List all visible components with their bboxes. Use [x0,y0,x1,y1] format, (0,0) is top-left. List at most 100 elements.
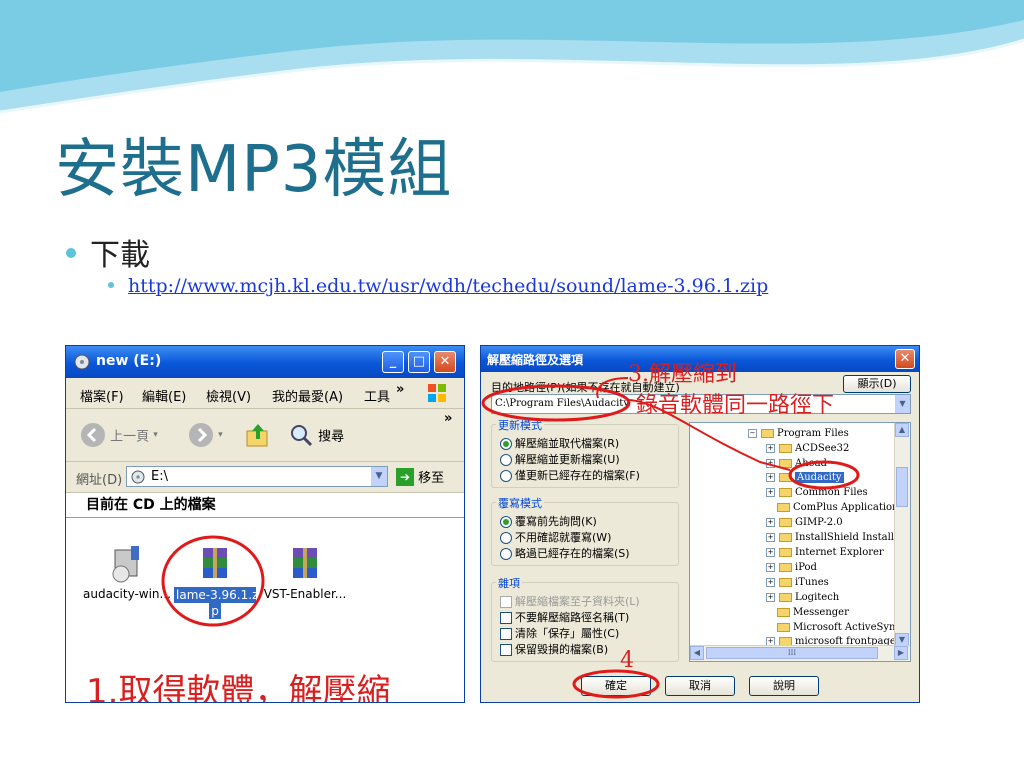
scroll-right-icon[interactable]: ▶ [894,646,908,660]
cancel-button[interactable]: 取消 [665,676,735,696]
file-audacity-installer[interactable]: audacity-win... [82,544,172,601]
tree-item[interactable]: + ACDSee32 [766,443,849,454]
expand-toggle[interactable]: + [766,578,775,587]
folder-icon [779,459,792,468]
cd-drive-small-icon [131,470,145,484]
folder-tree[interactable]: − Program Files + ACDSee32 + Ahead + Audacit… [689,422,911,662]
overwrite-option-ask[interactable]: 覆寫前先詢問(K) [500,513,597,529]
checkbox [500,596,512,608]
forward-button[interactable]: ▾ [188,422,223,448]
tree-item[interactable]: + Logitech [766,592,839,603]
folder-icon [779,533,792,542]
cd-files-heading: 目前在 CD 上的檔案 [66,492,464,518]
back-label: 上一頁 [110,429,150,445]
misc-option-clear-archive[interactable]: 清除「保存」屬性(C) [500,625,619,641]
tree-item[interactable]: + Ahead [766,458,827,469]
menu-more[interactable]: » [396,382,404,397]
folder-icon [779,488,792,497]
scroll-thumb[interactable] [896,467,908,507]
tree-item[interactable]: − Program Files [748,428,849,439]
bullet-download: 下載 [66,230,150,274]
tree-horizontal-scrollbar[interactable]: ◀ III ▶ [690,645,910,661]
tree-item[interactable]: Messenger [777,607,849,618]
tree-label: ACDSee32 [795,443,850,454]
dialog-close-button[interactable]: ✕ [895,349,915,369]
tree-item[interactable]: + Internet Explorer [766,547,884,558]
step1-annotation: 1.取得軟體，解壓縮 [86,672,391,703]
tree-item[interactable]: + iPod [766,562,817,573]
tree-item[interactable]: + GIMP-2.0 [766,517,843,528]
update-option-existing[interactable]: 僅更新已經存在的檔案(F) [500,467,640,483]
misc-option-keep-broken[interactable]: 保留毀損的檔案(B) [500,641,608,657]
tree-label: Common Files [795,487,868,498]
menu-tools[interactable]: 工具 [364,386,390,405]
menu-edit[interactable]: 編輯(E) [142,386,186,405]
expand-toggle[interactable]: + [766,518,775,527]
expand-toggle[interactable]: + [766,473,775,482]
tree-item-selected[interactable]: + Audacity [766,472,844,483]
update-option-update[interactable]: 解壓縮並更新檔案(U) [500,451,620,467]
radio [500,532,512,544]
toolbar-more[interactable]: » [444,411,452,426]
address-dropdown-icon[interactable]: ▼ [371,467,387,486]
tree-vertical-scrollbar[interactable]: ▲ ▼ [894,423,910,647]
expand-toggle[interactable]: + [766,548,775,557]
folder-icon [777,623,790,632]
up-folder-icon[interactable] [244,421,272,449]
tree-label: Logitech [795,592,840,603]
go-button[interactable]: ➔ 移至 [396,467,444,486]
winrar-archive-icon [203,548,227,578]
back-button[interactable]: 上一頁 ▾ [80,422,158,448]
step4-annotation: 4 [620,648,634,673]
expand-toggle[interactable]: + [766,593,775,602]
expand-toggle[interactable]: − [748,429,757,438]
minimize-button[interactable]: _ [382,351,404,373]
scroll-thumb-h[interactable]: III [706,647,878,659]
bullet-download-label: 下載 [90,238,150,273]
expand-toggle[interactable]: + [766,488,775,497]
close-button[interactable]: ✕ [434,351,456,373]
scroll-up-icon[interactable]: ▲ [895,423,909,437]
menu-file[interactable]: 檔案(F) [80,386,124,405]
file-label: audacity-win... [83,587,171,601]
tree-item[interactable]: Microsoft ActiveSync [777,622,901,633]
option-label: 保留毀損的檔案(B) [515,643,609,656]
menu-favorites[interactable]: 我的最愛(A) [272,386,343,405]
bullet-dot [66,247,76,258]
bullet-dot-small [108,282,114,288]
tree-item[interactable]: ComPlus Applications [777,502,904,513]
search-button[interactable]: 搜尋 [288,422,344,448]
tree-item[interactable]: + iTunes [766,577,829,588]
update-option-replace[interactable]: 解壓縮並取代檔案(R) [500,435,619,451]
tree-label: iPod [795,562,817,573]
download-link[interactable]: http://www.mcjh.kl.edu.tw/usr/wdh/teched… [128,275,768,297]
dest-dropdown-icon[interactable]: ▼ [895,395,910,413]
overwrite-option-skip[interactable]: 略過已經存在的檔案(S) [500,545,630,561]
go-arrow-icon: ➔ [396,467,414,486]
file-label: lame-3.96.1.zi [174,587,262,603]
overwrite-option-silent[interactable]: 不用確認就覆寫(W) [500,529,611,545]
expand-toggle[interactable]: + [766,533,775,542]
scroll-left-icon[interactable]: ◀ [690,646,704,660]
help-button[interactable]: 說明 [749,676,819,696]
ok-button[interactable]: 確定 [581,676,651,696]
radio [500,454,512,466]
expand-toggle[interactable]: + [766,444,775,453]
tree-label: Audacity [795,472,844,483]
windows-logo-icon [428,384,446,402]
menu-view[interactable]: 檢視(V) [206,386,251,405]
checkbox [500,628,512,640]
expand-toggle[interactable]: + [766,563,775,572]
tree-item[interactable]: + InstallShield Installation [766,532,910,543]
tree-item[interactable]: + Common Files [766,487,868,498]
explorer-title: new (E:) [96,353,162,369]
file-vst-enabler[interactable]: VST-Enabler... [262,544,348,601]
tree-label: Messenger [793,607,849,618]
show-button[interactable]: 顯示(D) [843,375,911,393]
maximize-button[interactable]: □ [408,351,430,373]
expand-toggle[interactable]: + [766,459,775,468]
misc-option-no-paths[interactable]: 不要解壓縮路徑名稱(T) [500,609,629,625]
address-input[interactable]: E:\ ▼ [126,466,388,487]
file-lame-zip[interactable]: lame-3.96.1.zi p [174,544,262,619]
misc-title: 雜項 [496,575,522,591]
